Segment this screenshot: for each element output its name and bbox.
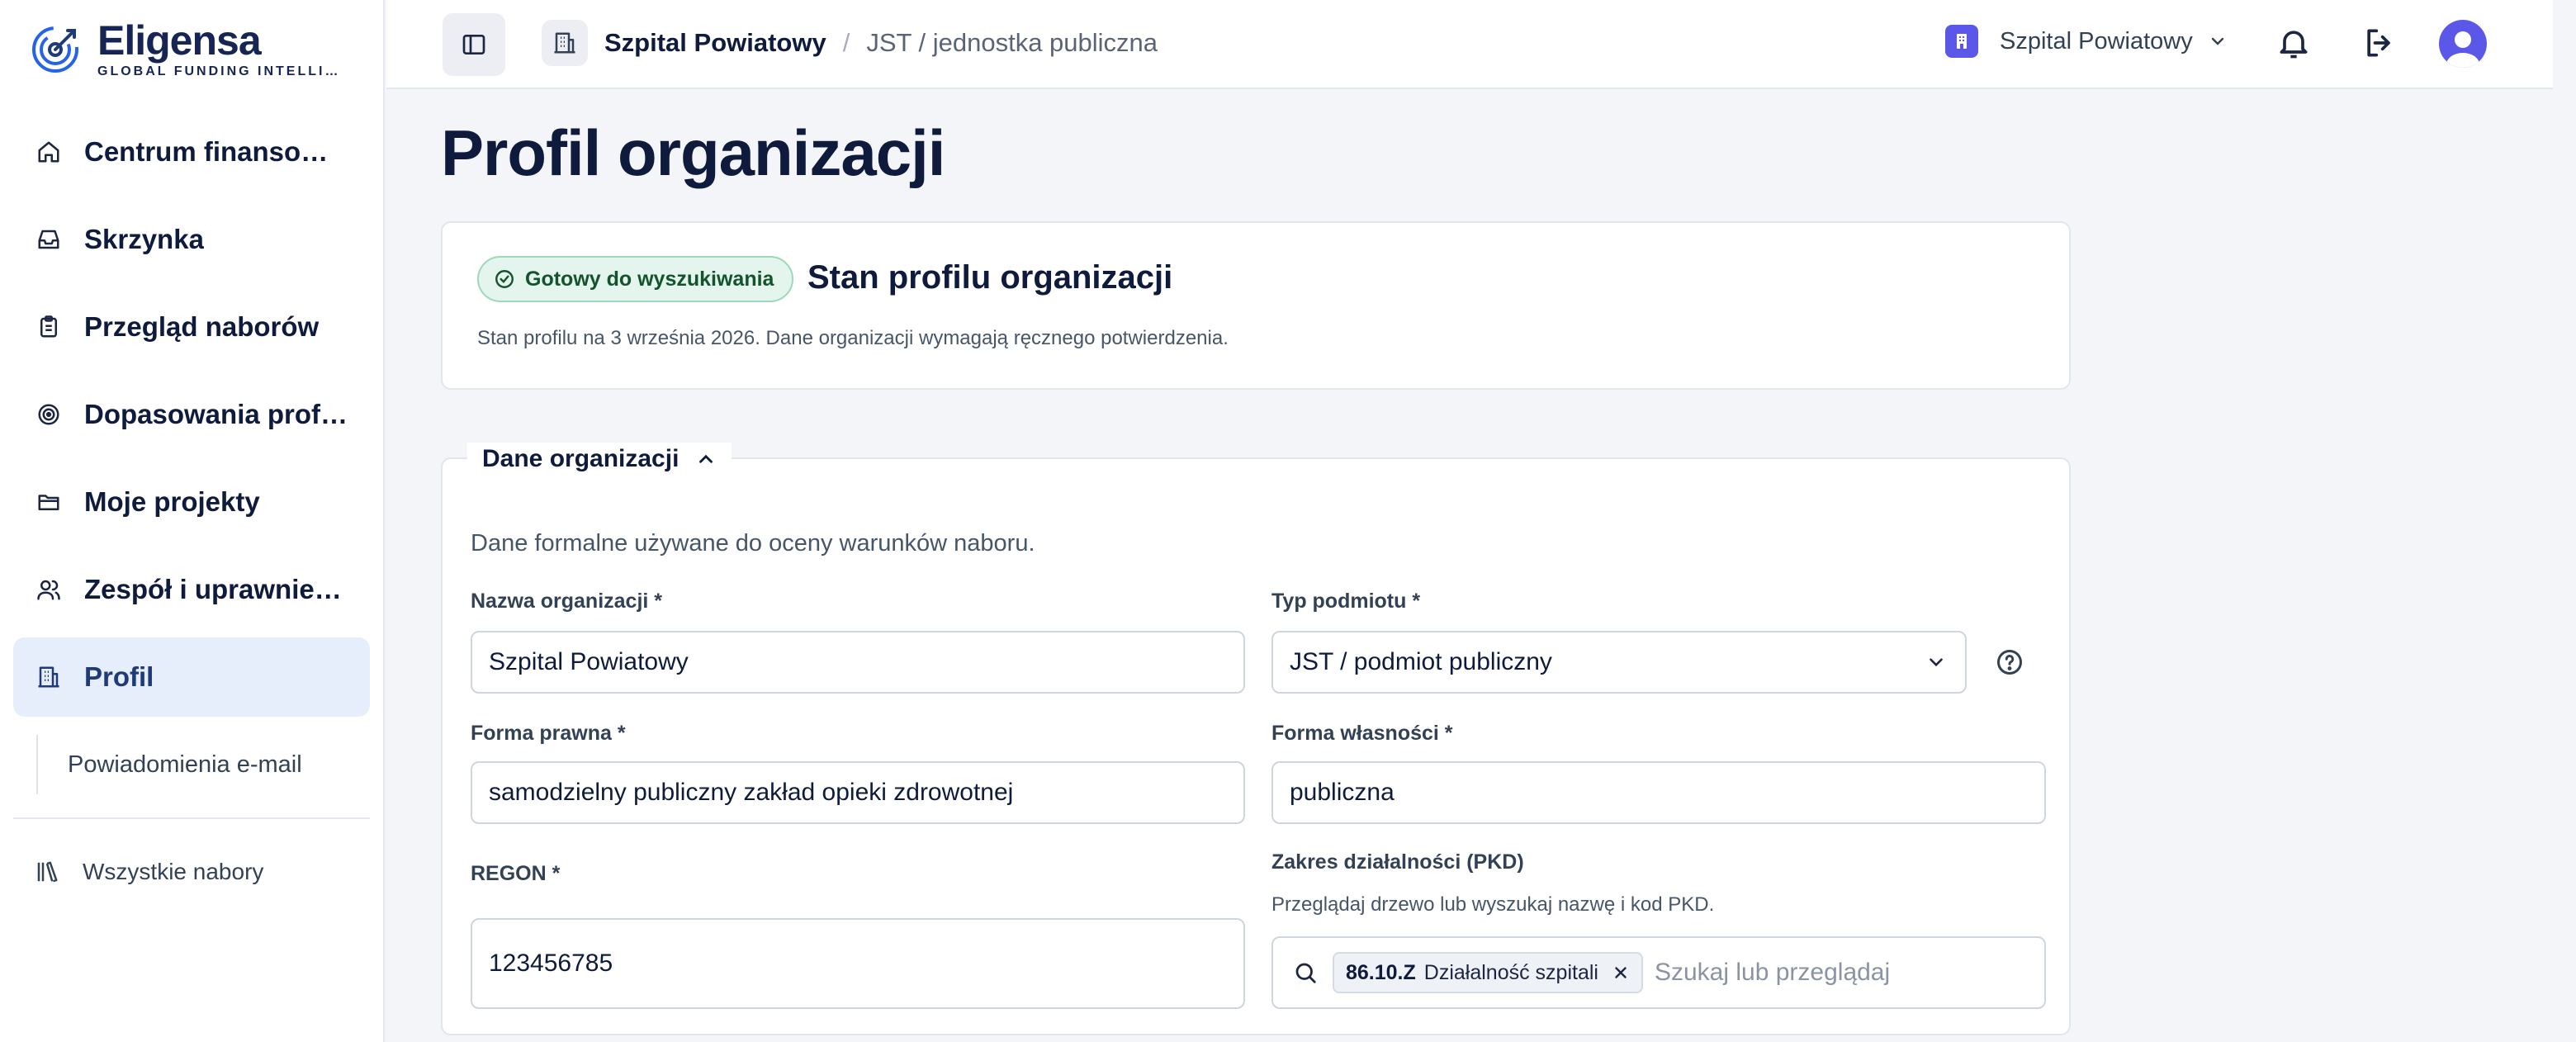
library-icon	[37, 861, 58, 883]
organization-data-section: Dane organizacji Dane formalne używane d…	[441, 443, 2071, 1035]
notifications-button[interactable]	[2275, 25, 2312, 65]
users-icon	[35, 575, 63, 604]
close-icon	[1615, 967, 1627, 978]
building-icon	[35, 663, 63, 691]
ownership-value: publiczna	[1290, 779, 1395, 806]
regon-label: REGON *	[471, 862, 561, 885]
sidebar-item-skrzynka[interactable]: Skrzynka	[13, 200, 370, 279]
pkd-chip: 86.10.Z Działalność szpitali	[1333, 952, 1643, 993]
sidebar-item-przeglad-naborow[interactable]: Przegląd naborów	[13, 287, 370, 367]
target-icon	[35, 400, 63, 429]
sidebar-item-label: Profil	[84, 661, 154, 692]
pkd-label: Zakres działalności (PKD)	[1271, 850, 1524, 874]
profile-status-card: Gotowy do wyszukiwania Stan profilu orga…	[441, 221, 2071, 390]
sidebar-item-label: Centrum finansowania	[84, 136, 348, 167]
sidebar-item-label: Moje projekty	[84, 486, 260, 517]
breadcrumb-separator: /	[842, 28, 850, 57]
org-name-value: Szpital Powiatowy	[489, 648, 689, 675]
sidebar-subitem-label: Powiadomienia e-mail	[68, 751, 302, 778]
entity-type-value: JST / podmiot publiczny	[1290, 648, 1552, 675]
ownership-input[interactable]: publiczna	[1271, 761, 2046, 824]
check-circle-icon	[495, 270, 514, 288]
help-button[interactable]	[1995, 647, 2024, 681]
sidebar-item-moje-projekty[interactable]: Moje projekty	[13, 462, 370, 542]
pkd-hint: Przeglądaj drzewo lub wyszukaj nazwę i k…	[1271, 893, 1715, 916]
breadcrumb-current[interactable]: Szpital Powiatowy	[604, 28, 826, 57]
chevron-up-icon	[699, 454, 713, 463]
section-toggle[interactable]: Dane organizacji	[467, 443, 732, 476]
status-badge-label: Gotowy do wyszukiwania	[525, 267, 774, 291]
pkd-chip-code: 86.10.Z	[1346, 960, 1416, 984]
sidebar-toggle-button[interactable]	[443, 13, 505, 76]
organization-name: Szpital Powiatowy	[2000, 27, 2193, 54]
sidebar-item-profil[interactable]: Profil	[13, 637, 370, 717]
search-icon	[1295, 963, 1316, 983]
legal-form-input[interactable]: samodzielny publiczny zakład opieki zdro…	[471, 761, 1245, 824]
organization-icon	[1945, 25, 1978, 58]
legal-form-value: samodzielny publiczny zakład opieki zdro…	[489, 779, 1014, 806]
sidebar-item-wszystkie-nabory[interactable]: Wszystkie nabory	[35, 847, 263, 897]
legal-form-label: Forma prawna *	[471, 722, 626, 745]
logo-target-icon	[32, 26, 78, 73]
page-title: Profil organizacji	[441, 116, 945, 189]
top-bar: Szpital Powiatowy / JST / jednostka public…	[386, 0, 2553, 89]
folder-icon	[35, 488, 63, 516]
sidebar-item-zespol-i-uprawnienia[interactable]: Zespół i uprawnienia	[13, 550, 370, 629]
logout-icon	[2367, 29, 2390, 57]
entity-type-label: Typ podmiotu *	[1271, 590, 1421, 613]
brand-logo[interactable]: Eligensa GLOBAL FUNDING INTELLIGENCE	[30, 20, 345, 79]
user-icon	[2446, 31, 2479, 68]
home-icon	[35, 138, 63, 166]
pkd-search-field[interactable]: 86.10.Z Działalność szpitali Szukaj lub …	[1271, 936, 2046, 1009]
brand-tagline: GLOBAL FUNDING INTELLIGENCE	[97, 64, 345, 78]
sidebar-item-centrum-finansowania[interactable]: Centrum finansowania	[13, 112, 370, 192]
clipboard-icon	[35, 313, 63, 341]
status-card-title: Stan profilu organizacji	[807, 259, 1173, 296]
status-card-subtitle: Stan profilu na 3 września 2026. Dane or…	[477, 327, 1229, 349]
breadcrumb: Szpital Powiatowy / JST / jednostka public…	[604, 28, 1158, 58]
sidebar-divider	[13, 817, 370, 819]
sidebar-item-label: Zespół i uprawnienia	[84, 574, 348, 604]
bell-icon	[2280, 31, 2308, 59]
sidebar-subitem-powiadomienia[interactable]: Powiadomienia e-mail	[36, 735, 302, 794]
pkd-chip-name: Działalność szpitali	[1423, 960, 1598, 984]
chevron-down-icon	[1930, 658, 1943, 667]
brand-name: Eligensa	[97, 17, 262, 64]
org-name-input[interactable]: Szpital Powiatowy	[471, 631, 1245, 694]
breadcrumb-type: JST / jednostka publiczna	[866, 28, 1158, 57]
org-name-label: Nazwa organizacji *	[471, 590, 663, 613]
sidebar-item-label: Przegląd naborów	[84, 311, 320, 342]
organization-switcher[interactable]: Szpital Powiatowy	[1945, 25, 2228, 58]
sidebar-item-dopasowania-profilu[interactable]: Dopasowania profilu	[13, 375, 370, 454]
remove-chip-button[interactable]	[1612, 964, 1630, 982]
entity-type-select[interactable]: JST / podmiot publiczny	[1271, 631, 1967, 694]
section-description: Dane formalne używane do oceny warunków …	[471, 530, 1035, 557]
ownership-label: Forma własności *	[1271, 722, 1453, 745]
logout-button[interactable]	[2361, 25, 2398, 65]
sidebar-item-label: Wszystkie nabory	[83, 859, 264, 884]
help-circle-icon	[1997, 650, 2022, 675]
section-title: Dane organizacji	[482, 445, 680, 472]
panel-left-icon	[462, 35, 485, 54]
regon-value: 123456785	[489, 950, 613, 977]
status-badge: Gotowy do wyszukiwania	[477, 256, 794, 302]
user-avatar[interactable]	[2439, 20, 2487, 68]
sidebar-item-label: Skrzynka	[84, 224, 204, 254]
sidebar: Eligensa GLOBAL FUNDING INTELLIGENCE Cen…	[0, 0, 385, 1042]
chevron-down-icon	[2211, 37, 2223, 45]
sidebar-nav: Centrum finansowania Skrzynka Przegląd n…	[13, 112, 370, 725]
breadcrumb-building-icon	[542, 20, 588, 66]
pkd-search-placeholder: Szukaj lub przeglądaj	[1654, 959, 1891, 986]
regon-input[interactable]: 123456785	[471, 918, 1245, 1009]
inbox-icon	[35, 225, 63, 253]
sidebar-item-label: Dopasowania profilu	[84, 399, 348, 429]
